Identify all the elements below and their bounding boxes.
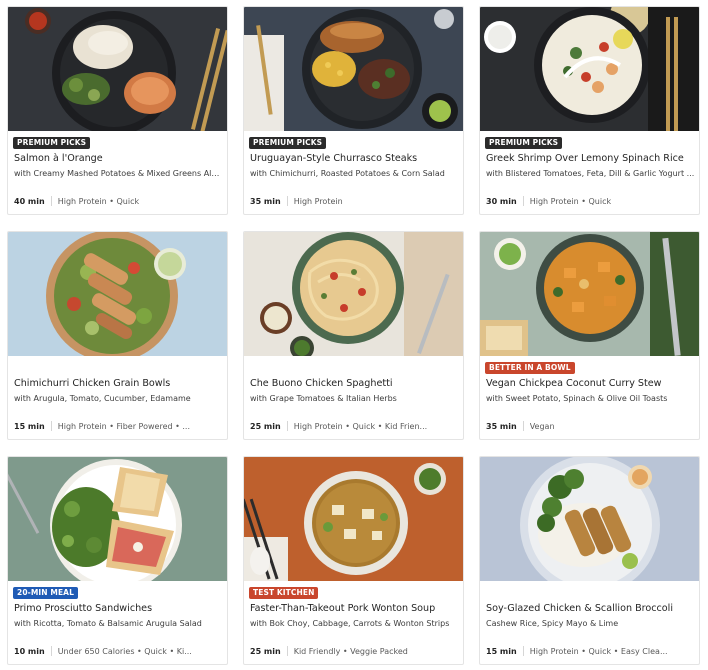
recipe-card[interactable]: 20-MIN MEAL Primo Prosciutto Sandwiches …	[7, 456, 228, 665]
recipe-photo[interactable]	[8, 7, 227, 131]
recipe-subtitle: with Chimichurri, Roasted Potatoes & Cor…	[250, 169, 445, 178]
recipe-card[interactable]: Soy-Glazed Chicken & Scallion Broccoli C…	[479, 456, 700, 665]
recipe-badge: BETTER IN A BOWL	[485, 362, 575, 374]
recipe-photo[interactable]	[244, 457, 463, 581]
recipe-photo[interactable]	[244, 7, 463, 131]
recipe-card[interactable]: TEST KITCHEN Faster-Than-Takeout Pork Wo…	[243, 456, 464, 665]
recipe-meta: 15 min High Protein • Quick • Easy Clea.…	[486, 644, 696, 658]
recipe-photo[interactable]	[480, 232, 699, 356]
recipe-title[interactable]: Salmon à l'Orange	[14, 152, 226, 165]
recipe-photo[interactable]	[8, 232, 227, 356]
recipe-photo[interactable]	[480, 457, 699, 581]
recipe-tags: High Protein	[293, 196, 343, 206]
cook-time: 15 min	[486, 646, 517, 656]
recipe-tags: High Protein • Quick	[529, 196, 612, 206]
meta-divider	[522, 646, 524, 656]
recipe-subtitle: with Bok Choy, Cabbage, Carrots & Wonton…	[250, 619, 450, 628]
recipe-photo[interactable]	[480, 7, 699, 131]
recipe-subtitle: with Ricotta, Tomato & Balsamic Arugula …	[14, 619, 202, 628]
meta-divider	[522, 421, 524, 431]
recipe-badge: TEST KITCHEN	[249, 587, 319, 599]
recipe-tags: Under 650 Calories • Quick • Ki...	[57, 646, 192, 656]
recipe-title[interactable]: Che Buono Chicken Spaghetti	[250, 377, 462, 390]
meta-divider	[50, 646, 52, 656]
recipe-subtitle: with Creamy Mashed Potatoes & Mixed Gree…	[14, 169, 224, 178]
recipe-photo[interactable]	[8, 457, 227, 581]
recipe-card[interactable]: Chimichurri Chicken Grain Bowls with Aru…	[7, 231, 228, 440]
recipe-meta: 10 min Under 650 Calories • Quick • Ki..…	[14, 644, 224, 658]
recipe-title[interactable]: Chimichurri Chicken Grain Bowls	[14, 377, 226, 390]
recipe-card[interactable]: PREMIUM PICKS Greek Shrimp Over Lemony S…	[479, 6, 700, 215]
meta-divider	[286, 421, 288, 431]
recipe-meta: 25 min High Protein • Quick • Kid Frien.…	[250, 419, 460, 433]
recipe-title[interactable]: Uruguayan-Style Churrasco Steaks	[250, 152, 462, 165]
meta-divider	[286, 646, 288, 656]
recipe-title[interactable]: Soy-Glazed Chicken & Scallion Broccoli	[486, 602, 698, 615]
meta-divider	[50, 421, 52, 431]
meta-divider	[50, 196, 52, 206]
recipe-tags: Vegan	[529, 421, 555, 431]
recipe-badge: 20-MIN MEAL	[13, 587, 78, 599]
recipe-subtitle: Cashew Rice, Spicy Mayo & Lime	[486, 619, 619, 628]
cook-time: 35 min	[250, 196, 281, 206]
recipe-meta: 25 min Kid Friendly • Veggie Packed	[250, 644, 460, 658]
recipe-subtitle: with Arugula, Tomato, Cucumber, Edamame	[14, 394, 191, 403]
recipe-card[interactable]: PREMIUM PICKS Uruguayan-Style Churrasco …	[243, 6, 464, 215]
recipe-badge: PREMIUM PICKS	[485, 137, 563, 149]
recipe-tags: Kid Friendly • Veggie Packed	[293, 646, 408, 656]
cook-time: 25 min	[250, 421, 281, 431]
recipe-subtitle: with Sweet Potato, Spinach & Olive Oil T…	[486, 394, 668, 403]
recipe-photo[interactable]	[244, 232, 463, 356]
recipe-tags: High Protein • Quick • Kid Frien...	[293, 421, 428, 431]
recipe-subtitle: with Grape Tomatoes & Italian Herbs	[250, 394, 397, 403]
recipe-card[interactable]: Che Buono Chicken Spaghetti with Grape T…	[243, 231, 464, 440]
recipe-title[interactable]: Vegan Chickpea Coconut Curry Stew	[486, 377, 698, 390]
recipe-card[interactable]: PREMIUM PICKS Salmon à l'Orange with Cre…	[7, 6, 228, 215]
recipe-meta: 30 min High Protein • Quick	[486, 194, 696, 208]
cook-time: 35 min	[486, 421, 517, 431]
meta-divider	[522, 196, 524, 206]
recipe-title[interactable]: Faster-Than-Takeout Pork Wonton Soup	[250, 602, 462, 615]
recipe-grid: PREMIUM PICKS Salmon à l'Orange with Cre…	[7, 6, 701, 665]
cook-time: 40 min	[14, 196, 45, 206]
recipe-card[interactable]: BETTER IN A BOWL Vegan Chickpea Coconut …	[479, 231, 700, 440]
cook-time: 15 min	[14, 421, 45, 431]
recipe-meta: 35 min Vegan	[486, 419, 696, 433]
recipe-meta: 35 min High Protein	[250, 194, 460, 208]
recipe-tags: High Protein • Quick	[57, 196, 140, 206]
recipe-tags: High Protein • Quick • Easy Clea...	[529, 646, 668, 656]
recipe-meta: 15 min High Protein • Fiber Powered • ..…	[14, 419, 224, 433]
meta-divider	[286, 196, 288, 206]
cook-time: 10 min	[14, 646, 45, 656]
recipe-title[interactable]: Primo Prosciutto Sandwiches	[14, 602, 226, 615]
recipe-badge: PREMIUM PICKS	[13, 137, 91, 149]
recipe-badge: PREMIUM PICKS	[249, 137, 327, 149]
cook-time: 30 min	[486, 196, 517, 206]
cook-time: 25 min	[250, 646, 281, 656]
recipe-tags: High Protein • Fiber Powered • ...	[57, 421, 190, 431]
recipe-subtitle: with Blistered Tomatoes, Feta, Dill & Ga…	[486, 169, 695, 178]
recipe-title[interactable]: Greek Shrimp Over Lemony Spinach Rice	[486, 152, 698, 165]
recipe-meta: 40 min High Protein • Quick	[14, 194, 224, 208]
